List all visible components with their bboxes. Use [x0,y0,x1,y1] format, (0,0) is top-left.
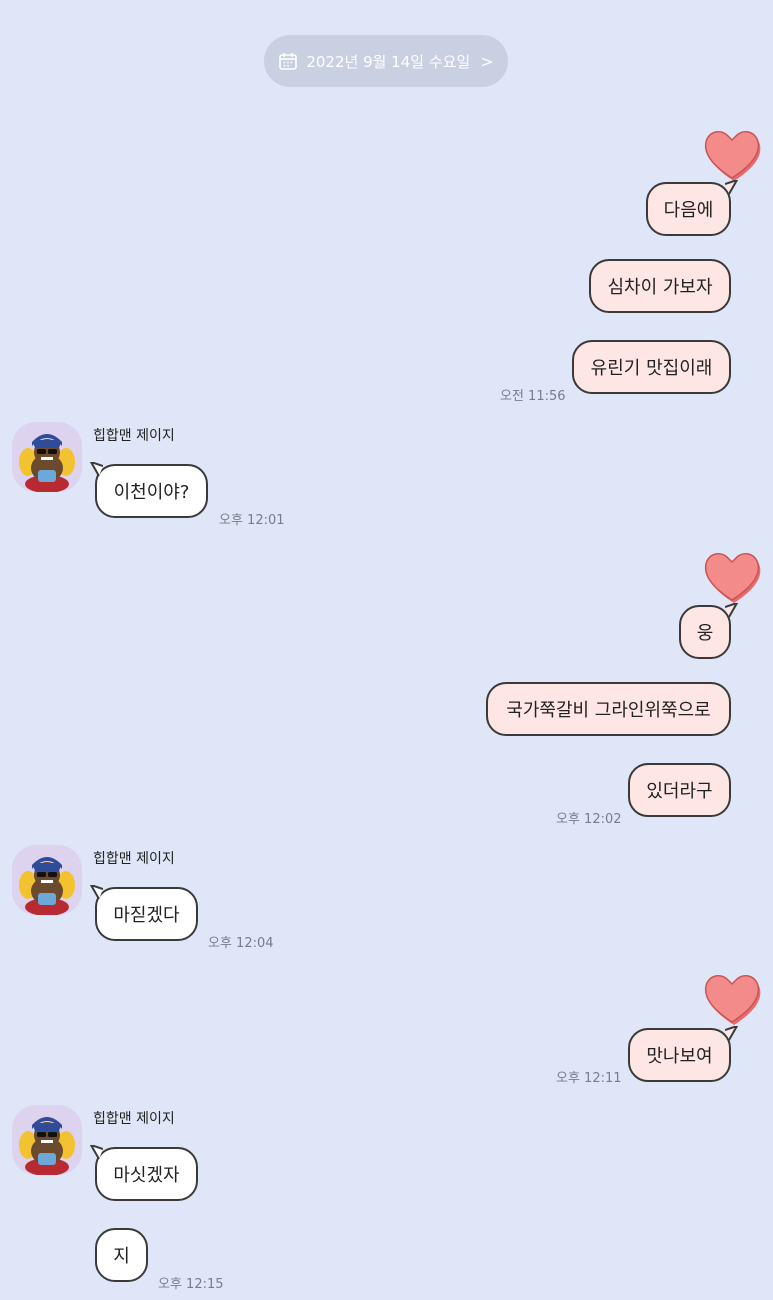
chevron-right-icon: > [480,51,494,71]
contact-name: 힙합맨 제이지 [93,1111,175,1127]
bubble-tail [90,1145,103,1160]
my-message-bubble[interactable]: 다음에 [646,182,731,236]
contact-message-bubble[interactable]: 마싯겠자 [95,1147,198,1201]
message-timestamp: 오후 12:01 [219,513,285,528]
message-timestamp: 오후 12:04 [208,936,274,951]
contact-message-bubble[interactable]: 이천이야? [95,464,208,518]
avatar[interactable] [12,1105,82,1175]
contact-name: 힙합맨 제이지 [93,428,175,444]
date-label: 2022년 9월 14일 수요일 [306,52,471,71]
my-message-bubble[interactable]: 국가쭉갈비 그라인위쭉으로 [486,682,731,736]
heart-reaction-icon[interactable] [700,968,764,1026]
bubble-tail [725,180,738,195]
message-timestamp: 오후 12:15 [158,1277,224,1292]
bubble-tail [90,885,103,900]
bubble-tail [725,603,738,618]
hiphop-character-icon [12,1105,82,1175]
avatar[interactable] [12,845,82,915]
hiphop-character-icon [12,845,82,915]
my-message-bubble[interactable]: 심차이 가보자 [589,259,731,313]
avatar[interactable] [12,422,82,492]
my-message-bubble[interactable]: 유린기 맛집이래 [572,340,731,394]
message-timestamp: 오후 12:11 [556,1071,622,1086]
message-timestamp: 오후 12:02 [556,812,622,827]
hiphop-character-icon [12,422,82,492]
bubble-tail [725,1026,738,1041]
my-message-bubble[interactable]: 있더라구 [628,763,731,817]
bubble-tail [90,462,103,477]
heart-reaction-icon[interactable] [700,546,764,604]
calendar-icon [279,53,298,70]
contact-name: 힙합맨 제이지 [93,851,175,867]
my-message-bubble[interactable]: 맛나보여 [628,1028,731,1082]
heart-reaction-icon[interactable] [700,124,764,182]
my-message-bubble[interactable]: 웅 [679,605,731,659]
contact-message-bubble[interactable]: 마짇겠다 [95,887,198,941]
date-header[interactable]: 2022년 9월 14일 수요일 > [264,35,508,87]
contact-message-bubble[interactable]: 지 [95,1228,148,1282]
message-timestamp: 오전 11:56 [500,389,566,404]
